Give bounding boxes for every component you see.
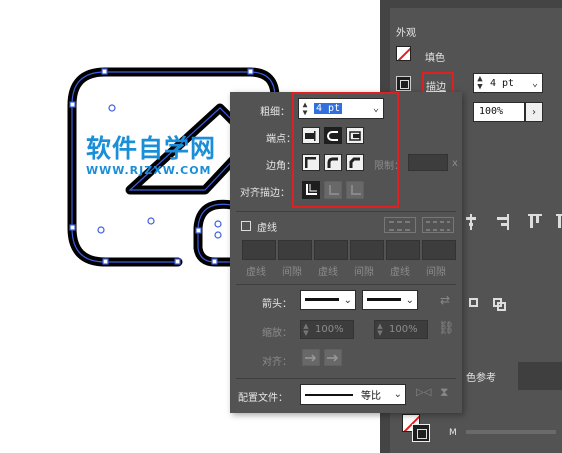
arrowhead-label: 箭头：: [262, 299, 292, 310]
panel-lower-area: [462, 390, 562, 453]
align-icons-row[interactable]: [462, 212, 562, 234]
color-guide-tab[interactable]: 色参考: [462, 362, 518, 390]
opacity-field[interactable]: 100%: [473, 102, 525, 122]
dash-field-3[interactable]: [386, 240, 420, 260]
gap-field-1[interactable]: [278, 240, 312, 260]
separator: [236, 378, 456, 379]
bottom-letter: M: [449, 428, 457, 438]
flip-vertical-icon[interactable]: ⧗: [440, 385, 448, 400]
options-highlight: [292, 92, 399, 208]
fill-swatch[interactable]: [396, 46, 411, 61]
dashed-checkbox[interactable]: [241, 221, 251, 231]
arrow-extend-button[interactable]: [302, 349, 320, 366]
gap-caption-2: 间隙: [354, 267, 374, 278]
arrow-align-label: 对齐：: [262, 357, 292, 368]
separator: [236, 284, 456, 285]
dashed-label: 虚线: [257, 223, 277, 234]
gap-caption-1: 间隙: [282, 267, 302, 278]
watermark-logo: 软件自学网 WWW.RJZXW.COM: [86, 134, 236, 184]
gap-caption-3: 间隙: [426, 267, 446, 278]
arrow-place-button[interactable]: [324, 349, 342, 366]
gap-field-3[interactable]: [422, 240, 456, 260]
panel-top-bar: [390, 0, 562, 8]
watermark-title: 软件自学网: [86, 134, 217, 163]
flip-horizontal-icon[interactable]: ▷◁: [416, 387, 431, 398]
start-arrowhead-select[interactable]: ⌄: [300, 290, 356, 310]
dash-field-2[interactable]: [314, 240, 348, 260]
profile-select[interactable]: 等比 ⌄: [300, 384, 406, 405]
profile-label: 配置文件：: [238, 393, 288, 404]
end-arrowhead-select[interactable]: ⌄: [362, 290, 418, 310]
gap-field-2[interactable]: [350, 240, 384, 260]
swap-arrows-icon[interactable]: ⇄: [440, 293, 450, 307]
limit-field[interactable]: [408, 154, 448, 171]
fill-label: 填色: [425, 53, 445, 64]
scale-label: 缩放：: [262, 328, 292, 339]
dash-caption-1: 虚线: [246, 267, 266, 278]
bottom-slider-track[interactable]: [466, 430, 556, 434]
align-stroke-label: 对齐描边：: [240, 188, 290, 199]
weight-label: 粗细：: [260, 107, 290, 118]
link-scale-icon[interactable]: ⛓: [438, 321, 455, 336]
stroke-swatch[interactable]: [396, 76, 411, 91]
start-scale-field[interactable]: ▲ ▼ 100%: [300, 320, 354, 339]
limit-suffix: x: [452, 158, 458, 169]
pathfinder-icons-row[interactable]: [462, 296, 512, 314]
dash-align-button-2[interactable]: [422, 217, 454, 233]
dash-caption-2: 虚线: [318, 267, 338, 278]
dash-field-1[interactable]: [242, 240, 276, 260]
end-scale-field[interactable]: ▲ ▼ 100%: [374, 320, 428, 339]
bottom-fill-stroke-icon[interactable]: [402, 414, 432, 444]
dash-align-button-1[interactable]: [384, 217, 416, 233]
watermark-url: WWW.RJZXW.COM: [86, 164, 212, 177]
appearance-title: 外观: [396, 28, 416, 39]
opacity-arrow-button[interactable]: ›: [525, 102, 543, 122]
separator: [236, 211, 456, 212]
dash-caption-3: 虚线: [390, 267, 410, 278]
appearance-stroke-weight[interactable]: ▲ ▼ 4 pt ⌄: [473, 73, 543, 93]
